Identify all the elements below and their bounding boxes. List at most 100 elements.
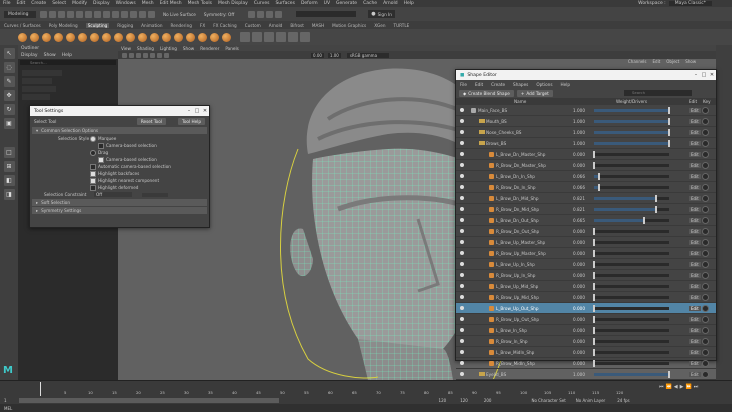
imprint-tool-icon[interactable]	[126, 32, 135, 42]
tool-help-button[interactable]: Tool Help	[177, 117, 205, 125]
viewport-menu-view[interactable]: View	[121, 46, 131, 51]
camera-icon[interactable]	[122, 52, 127, 58]
shape-weight-value[interactable]: 1.000	[573, 372, 588, 377]
colorspace-field[interactable]: sRGB gamma	[346, 52, 390, 58]
shape-weight-handle[interactable]	[668, 370, 670, 378]
menu-mesh[interactable]: Mesh	[142, 1, 154, 6]
input-line-field[interactable]	[296, 11, 357, 17]
menu-edit[interactable]: Edit	[17, 1, 26, 6]
shape-row[interactable]: R_Brow_Dn_Master_Shp 0.000 Edit	[456, 160, 716, 171]
shape-weight-value[interactable]: 1.000	[573, 130, 588, 135]
shape-key-button[interactable]	[702, 260, 709, 268]
shape-weight-handle[interactable]	[593, 271, 595, 279]
shape-row[interactable]: L_Brow_Dn_Mid_Shp 0.821 Edit	[456, 193, 716, 204]
visibility-toggle-icon[interactable]	[460, 372, 464, 376]
channel-tab-object[interactable]: Object	[666, 59, 679, 64]
visibility-toggle-icon[interactable]	[460, 185, 464, 189]
visibility-toggle-icon[interactable]	[460, 350, 464, 354]
shape-weight-value[interactable]: 0.066	[573, 174, 588, 179]
menu-cache[interactable]: Cache	[363, 1, 377, 6]
outliner-search-input[interactable]: Search...	[20, 60, 116, 65]
exposure-field[interactable]: 0.00	[311, 52, 324, 58]
shape-weight-handle[interactable]	[593, 326, 595, 334]
menu-display[interactable]: Display	[93, 1, 110, 6]
shape-weight-value[interactable]: 0.000	[573, 229, 588, 234]
shape-editor-menu-file[interactable]: File	[460, 82, 467, 87]
ipr-render-icon[interactable]	[257, 10, 265, 18]
current-time-indicator[interactable]	[40, 382, 41, 396]
shape-row[interactable]: R_Brow_Dn_Mid_Shp 0.821 Edit	[456, 204, 716, 215]
shape-weight-value[interactable]: 0.000	[573, 251, 588, 256]
gamma-field[interactable]: 1.00	[327, 52, 341, 58]
shape-key-button[interactable]	[702, 117, 709, 125]
render-settings-icon[interactable]	[266, 10, 274, 18]
sign-in-button[interactable]: ● Sign In	[368, 10, 395, 18]
new-scene-icon[interactable]	[40, 10, 47, 18]
channel-tab-edit[interactable]: Edit	[653, 59, 661, 64]
column-edit[interactable]: Edit	[689, 99, 697, 104]
shape-key-button[interactable]	[702, 370, 709, 378]
shape-editor-menu-edit[interactable]: Edit	[475, 82, 483, 87]
create-blend-shape-button[interactable]: ◆ Create Blend Shape	[459, 89, 514, 97]
shape-edit-button[interactable]: Edit	[689, 206, 701, 212]
shape-edit-button[interactable]: Edit	[689, 239, 701, 245]
reset-tool-button[interactable]: Reset Tool	[136, 117, 166, 125]
blend-shape-icon[interactable]	[264, 32, 274, 42]
soft-selection-frame[interactable]: ▸ Soft Selection	[32, 199, 207, 206]
shape-key-button[interactable]	[702, 315, 709, 323]
menu-mesh-display[interactable]: Mesh Display	[218, 1, 248, 6]
shape-row[interactable]: L_Brow_Midln_Shp 0.000 Edit	[456, 347, 716, 358]
fill-tool-icon[interactable]	[162, 32, 171, 42]
shape-key-button[interactable]	[702, 183, 709, 191]
xray-icon[interactable]	[164, 52, 169, 58]
shape-weight-slider[interactable]	[593, 238, 669, 246]
list-item[interactable]	[22, 86, 56, 92]
shape-editor-icon[interactable]	[276, 32, 286, 42]
shape-weight-value[interactable]: 0.000	[573, 240, 588, 245]
pinch-tool-icon[interactable]	[66, 32, 75, 42]
shelf-tab-rendering[interactable]: Rendering	[171, 23, 192, 28]
shape-row[interactable]: R_Brow_In_Shp 0.000 Edit	[456, 336, 716, 347]
shape-weight-handle[interactable]	[593, 238, 595, 246]
shape-weight-value[interactable]: 0.000	[573, 306, 588, 311]
shape-edit-button[interactable]: Edit	[689, 316, 701, 322]
shape-weight-value[interactable]: 0.000	[573, 295, 588, 300]
shape-weight-slider[interactable]	[594, 216, 669, 224]
visibility-toggle-icon[interactable]	[460, 317, 464, 321]
menu-select[interactable]: Select	[52, 1, 66, 6]
visibility-toggle-icon[interactable]	[460, 306, 464, 310]
visibility-toggle-icon[interactable]	[460, 152, 464, 156]
shape-row[interactable]: L_Brow_Dn_Out_Shp 0.665 Edit	[456, 215, 716, 226]
shape-weight-slider[interactable]	[594, 139, 670, 147]
grab-tool-icon[interactable]	[54, 32, 63, 42]
shape-edit-button[interactable]: Edit	[689, 195, 701, 201]
viewport-menu-shading[interactable]: Shading	[137, 46, 154, 51]
time-slider[interactable]: 5 10 15 20 25 30 35 40 45 50 55 60 65 70 75 80 85 90 95 100…	[0, 380, 732, 397]
shape-weight-handle[interactable]	[593, 227, 595, 235]
range-max[interactable]: 200	[484, 398, 492, 403]
visibility-toggle-icon[interactable]	[460, 273, 464, 277]
shape-weight-handle[interactable]	[668, 139, 670, 147]
shape-key-button[interactable]	[702, 326, 709, 334]
shape-editor-menu-shapes[interactable]: Shapes	[513, 82, 528, 87]
shape-weight-value[interactable]: 1.000	[573, 119, 588, 124]
shape-weight-handle[interactable]	[654, 205, 657, 213]
shape-weight-value[interactable]: 0.066	[573, 185, 588, 190]
scale-tool-icon[interactable]: ▣	[3, 118, 15, 129]
shape-row[interactable]: L_Brow_Up_In_Shp 0.000 Edit	[456, 259, 716, 270]
shape-weight-slider[interactable]	[593, 359, 669, 367]
shape-weight-handle[interactable]	[593, 260, 595, 268]
symmetry-field[interactable]: Symmetry: Off	[204, 12, 234, 17]
select-object-icon[interactable]	[94, 10, 101, 18]
shelf-tab-arnold[interactable]: Arnold	[269, 23, 283, 28]
shape-edit-button[interactable]: Edit	[689, 338, 701, 344]
shape-row[interactable]: Main_Face_BS 1.000 Edit	[456, 105, 716, 116]
shape-weight-handle[interactable]	[597, 172, 600, 180]
outliner-menu-help[interactable]: Help	[62, 53, 72, 58]
shape-edit-button[interactable]: Edit	[689, 184, 701, 190]
menu-windows[interactable]: Windows	[116, 1, 136, 6]
visibility-toggle-icon[interactable]	[460, 361, 464, 365]
character-set-field[interactable]: No Character Set	[531, 398, 565, 403]
shape-key-button[interactable]	[702, 161, 709, 169]
shape-edit-button[interactable]: Edit	[689, 118, 701, 124]
